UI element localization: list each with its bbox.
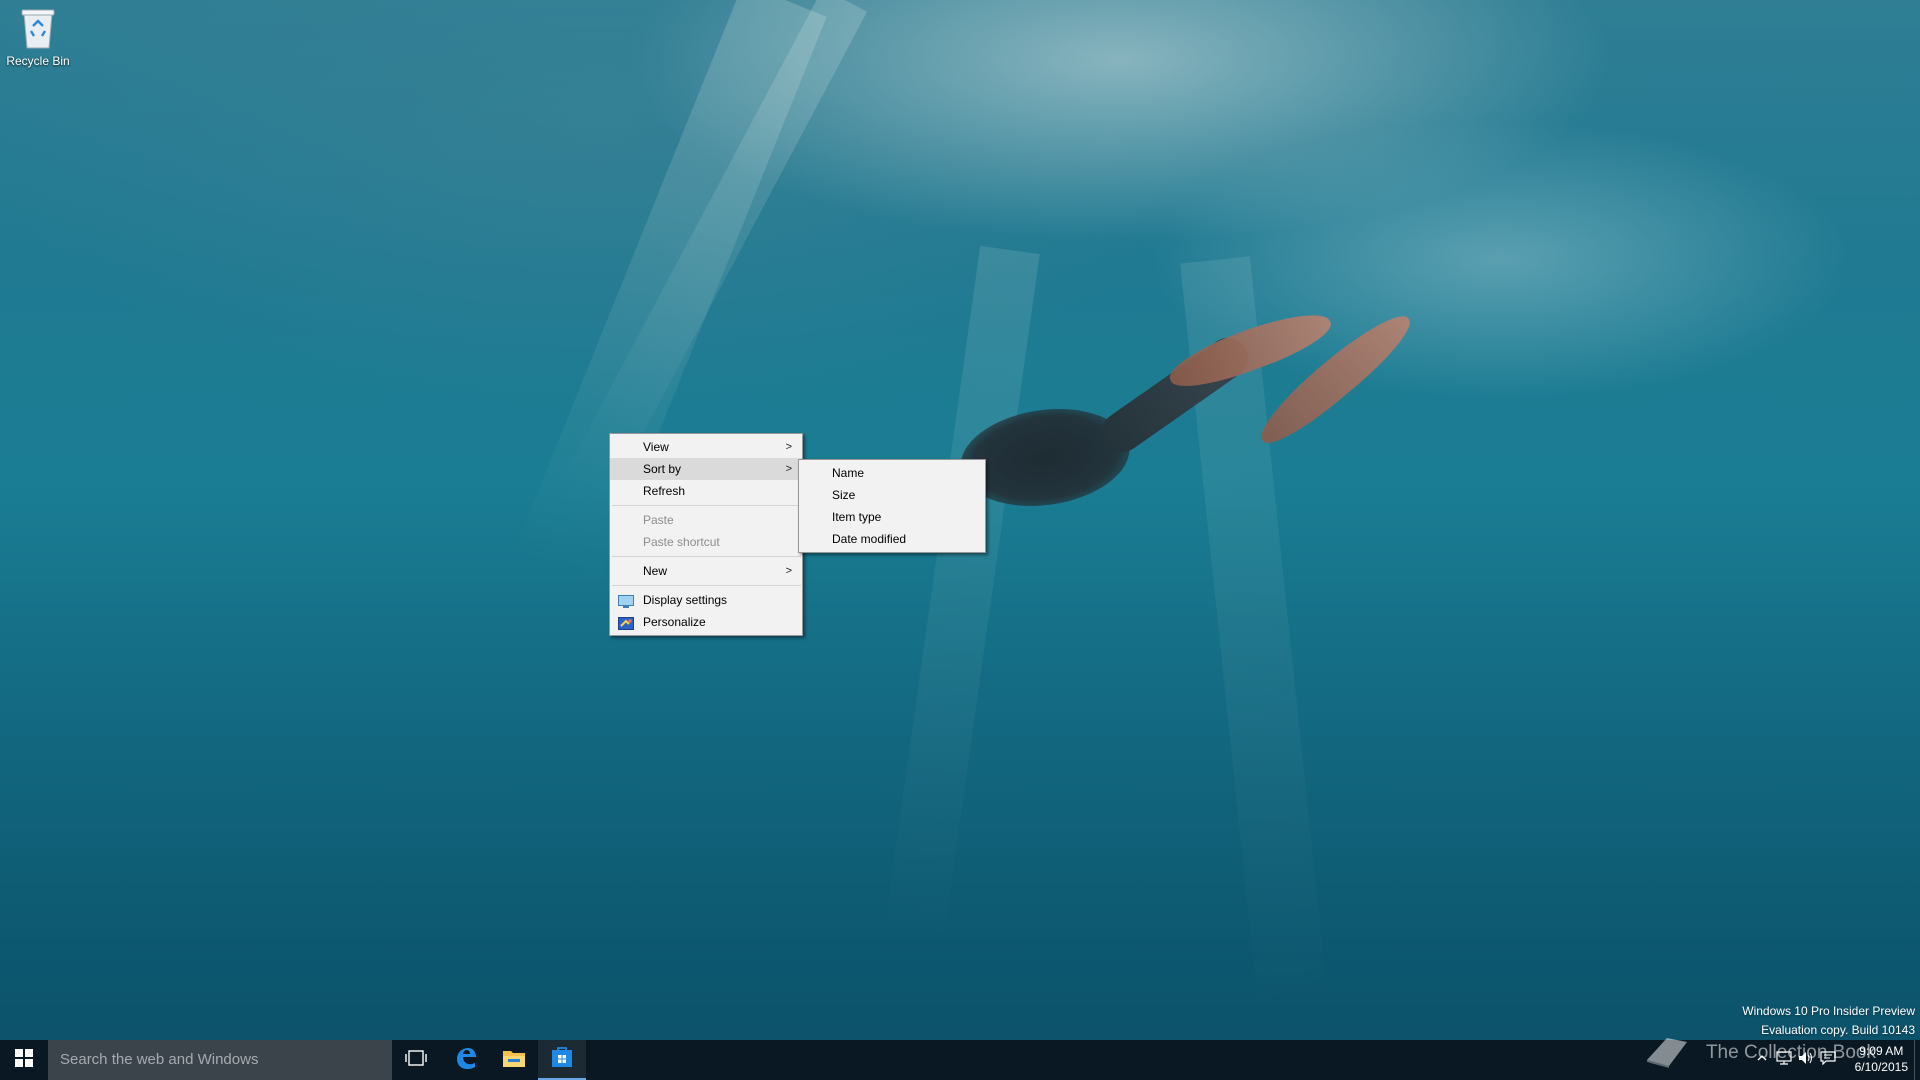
sort-by-submenu: Name Size Item type Date modified	[798, 459, 986, 553]
menu-item-personalize[interactable]: Personalize	[610, 611, 802, 633]
sort-item-date-modified[interactable]: Date modified	[799, 528, 985, 550]
personalize-icon	[618, 615, 634, 630]
light-ray	[882, 245, 1040, 948]
recycle-bin-label: Recycle Bin	[6, 54, 70, 68]
chevron-right-icon: >	[785, 441, 792, 453]
sort-item-type[interactable]: Item type	[799, 506, 985, 528]
menu-item-refresh[interactable]: Refresh	[610, 480, 802, 502]
store-button[interactable]	[538, 1040, 586, 1080]
menu-separator	[612, 556, 801, 557]
file-explorer-button[interactable]	[490, 1040, 538, 1080]
task-view-button[interactable]	[392, 1040, 440, 1080]
menu-separator	[612, 585, 801, 586]
network-icon[interactable]	[1776, 1051, 1792, 1068]
action-center-icon[interactable]	[1820, 1051, 1836, 1068]
menu-item-new[interactable]: New >	[610, 560, 802, 582]
system-tray: 9:09 AM 6/10/2015	[1720, 1040, 1920, 1080]
book-icon	[1643, 1032, 1691, 1074]
volume-icon[interactable]	[1798, 1051, 1814, 1068]
menu-item-paste: Paste	[643, 513, 674, 527]
show-desktop-button[interactable]	[1914, 1040, 1920, 1080]
store-icon	[551, 1046, 573, 1073]
chevron-right-icon: >	[785, 565, 792, 577]
taskbar: Search the web and Windows The Collectio…	[0, 1038, 1920, 1080]
sort-item-size[interactable]: Size	[799, 484, 985, 506]
clock-date: 6/10/2015	[1854, 1060, 1908, 1074]
task-view-icon	[405, 1049, 427, 1071]
clock-time: 9:09 AM	[1859, 1044, 1904, 1058]
file-explorer-icon	[502, 1048, 526, 1073]
menu-item-view[interactable]: View >	[610, 436, 802, 458]
chevron-right-icon: >	[785, 463, 792, 475]
recycle-bin[interactable]: Recycle Bin	[6, 6, 70, 68]
windows-logo-icon	[15, 1048, 33, 1072]
desktop-context-menu: View > Sort by > Refresh Paste Paste sho…	[609, 433, 803, 636]
search-box[interactable]: Search the web and Windows	[48, 1040, 392, 1080]
display-icon	[618, 593, 634, 608]
start-button[interactable]	[0, 1040, 48, 1080]
menu-item-display-settings[interactable]: Display settings	[610, 589, 802, 611]
clock[interactable]: 9:09 AM 6/10/2015	[1855, 1043, 1908, 1075]
chevron-up-icon[interactable]	[1756, 1052, 1768, 1067]
menu-separator	[612, 505, 801, 506]
edge-button[interactable]	[442, 1040, 490, 1080]
menu-item-sort-by[interactable]: Sort by >	[610, 458, 802, 480]
search-placeholder: Search the web and Windows	[60, 1051, 259, 1068]
edge-icon	[454, 1046, 478, 1075]
sort-item-name[interactable]: Name	[799, 462, 985, 484]
menu-item-paste-shortcut: Paste shortcut	[643, 535, 720, 549]
recycle-bin-icon	[19, 6, 57, 50]
watermark-edition: Windows 10 Pro Insider Preview	[1742, 1004, 1915, 1018]
